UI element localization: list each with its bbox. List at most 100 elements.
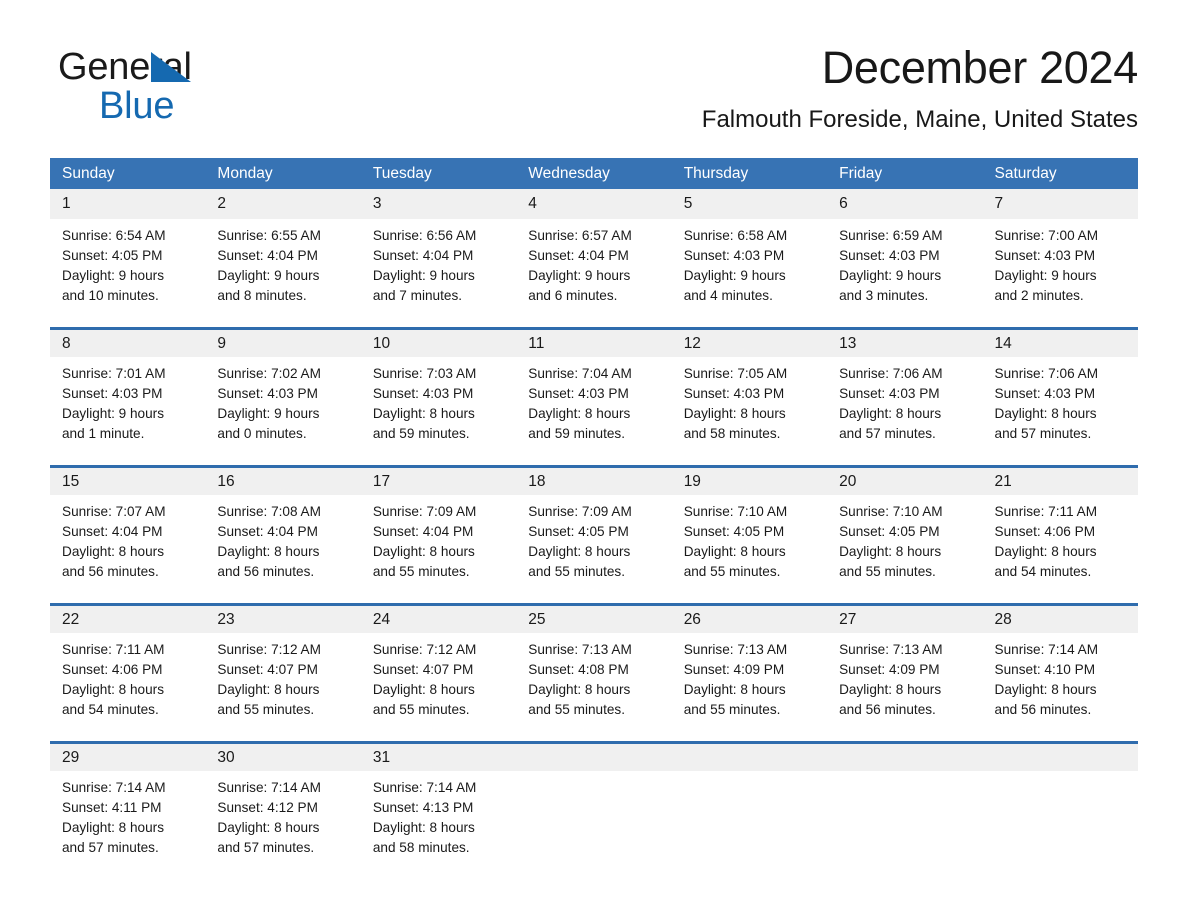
day-cell-18[interactable]: Sunrise: 7:09 AM Sunset: 4:05 PM Daylight:… (516, 495, 671, 603)
day-cell-23[interactable]: Sunrise: 7:12 AM Sunset: 4:07 PM Daylight:… (205, 633, 360, 741)
day-cell-22[interactable]: Sunrise: 7:11 AM Sunset: 4:06 PM Daylight:… (50, 633, 205, 741)
weekday-header-tuesday: Tuesday (372, 165, 432, 182)
day-detail-line: Sunrise: 7:13 AM (839, 642, 943, 657)
day-number-23[interactable]: 23 (205, 606, 360, 633)
day-cell-7[interactable]: Sunrise: 7:00 AM Sunset: 4:03 PM Daylight:… (983, 219, 1138, 327)
day-number-19[interactable]: 19 (672, 468, 827, 495)
day-number-17[interactable]: 17 (361, 468, 516, 495)
day-number-band: 15 16 17 18 19 20 21 (50, 465, 1138, 495)
day-number-29[interactable]: 29 (50, 744, 205, 771)
day-cell-4[interactable]: Sunrise: 6:57 AM Sunset: 4:04 PM Daylight:… (516, 219, 671, 327)
day-detail-line: Sunrise: 7:04 AM (528, 366, 632, 381)
day-detail-line: Daylight: 8 hours (372, 544, 475, 559)
day-detail-line: Sunrise: 7:13 AM (683, 642, 788, 657)
day-cell-10[interactable]: Sunrise: 7:03 AM Sunset: 4:03 PM Daylight:… (361, 357, 516, 465)
day-number-22[interactable]: 22 (50, 606, 205, 633)
day-cell-29[interactable]: Sunrise: 7:14 AM Sunset: 4:11 PM Daylight:… (50, 771, 205, 879)
day-detail-line: Sunset: 4:08 PM (528, 662, 629, 677)
day-cell-empty (672, 771, 827, 879)
logo-text-general: General (58, 46, 192, 88)
day-cell-30[interactable]: Sunrise: 7:14 AM Sunset: 4:12 PM Daylight:… (205, 771, 360, 879)
day-number-13[interactable]: 13 (827, 330, 982, 357)
day-detail-line: and 55 minutes. (683, 702, 781, 717)
day-number-9[interactable]: 9 (205, 330, 360, 357)
day-cell-19[interactable]: Sunrise: 7:10 AM Sunset: 4:05 PM Daylight:… (672, 495, 827, 603)
day-detail-line: and 1 minute. (62, 426, 145, 441)
day-number-14[interactable]: 14 (983, 330, 1138, 357)
day-detail-line: Daylight: 8 hours (217, 820, 320, 835)
day-number-7[interactable]: 7 (983, 189, 1138, 219)
day-cell-12[interactable]: Sunrise: 7:05 AM Sunset: 4:03 PM Daylight:… (672, 357, 827, 465)
day-cell-13[interactable]: Sunrise: 7:06 AM Sunset: 4:03 PM Daylight:… (827, 357, 982, 465)
day-cell-25[interactable]: Sunrise: 7:13 AM Sunset: 4:08 PM Daylight:… (516, 633, 671, 741)
day-number-30[interactable]: 30 (205, 744, 360, 771)
day-detail-line: Sunset: 4:03 PM (683, 248, 785, 263)
day-cell-14[interactable]: Sunrise: 7:06 AM Sunset: 4:03 PM Daylight:… (983, 357, 1138, 465)
day-number-31[interactable]: 31 (361, 744, 516, 771)
day-number-8[interactable]: 8 (50, 330, 205, 357)
day-detail-band: Sunrise: 7:14 AM Sunset: 4:11 PM Daylight:… (50, 771, 1138, 879)
day-detail-line: and 55 minutes. (528, 564, 625, 579)
day-cell-8[interactable]: Sunrise: 7:01 AM Sunset: 4:03 PM Daylight:… (50, 357, 205, 465)
day-number-2[interactable]: 2 (205, 189, 360, 219)
day-detail-line: Sunrise: 7:09 AM (372, 504, 477, 519)
day-number-16[interactable]: 16 (205, 468, 360, 495)
day-cell-2[interactable]: Sunrise: 6:55 AM Sunset: 4:04 PM Daylight:… (205, 219, 360, 327)
day-number-11[interactable]: 11 (516, 330, 671, 357)
day-cell-15[interactable]: Sunrise: 7:07 AM Sunset: 4:04 PM Daylight:… (50, 495, 205, 603)
day-number-21[interactable]: 21 (983, 468, 1138, 495)
day-cell-26[interactable]: Sunrise: 7:13 AM Sunset: 4:09 PM Daylight:… (672, 633, 827, 741)
day-detail-line: Daylight: 8 hours (372, 682, 475, 697)
day-detail-line: Daylight: 8 hours (839, 406, 942, 421)
day-number-25[interactable]: 25 (516, 606, 671, 633)
day-detail-line: Sunrise: 7:06 AM (994, 366, 1099, 381)
day-cell-21[interactable]: Sunrise: 7:11 AM Sunset: 4:06 PM Daylight:… (983, 495, 1138, 603)
day-detail-line: Sunrise: 7:08 AM (217, 504, 321, 519)
general-blue-logo: General Blue (58, 48, 358, 125)
day-number-empty (516, 744, 671, 771)
day-detail-line: Sunset: 4:11 PM (62, 800, 162, 815)
day-number-5[interactable]: 5 (672, 189, 827, 219)
day-number-15[interactable]: 15 (50, 468, 205, 495)
day-cell-9[interactable]: Sunrise: 7:02 AM Sunset: 4:03 PM Daylight:… (205, 357, 360, 465)
day-detail-line: and 6 minutes. (528, 288, 618, 303)
day-cell-17[interactable]: Sunrise: 7:09 AM Sunset: 4:04 PM Daylight:… (361, 495, 516, 603)
day-number-4[interactable]: 4 (516, 189, 671, 219)
day-detail-line: and 54 minutes. (994, 564, 1092, 579)
day-detail-line: Sunrise: 7:00 AM (994, 228, 1099, 243)
day-number-12[interactable]: 12 (672, 330, 827, 357)
day-detail-line: Daylight: 9 hours (62, 268, 165, 283)
day-detail-line: Sunset: 4:04 PM (217, 524, 318, 539)
day-cell-20[interactable]: Sunrise: 7:10 AM Sunset: 4:05 PM Daylight:… (827, 495, 982, 603)
day-cell-24[interactable]: Sunrise: 7:12 AM Sunset: 4:07 PM Daylight:… (361, 633, 516, 741)
day-cell-28[interactable]: Sunrise: 7:14 AM Sunset: 4:10 PM Daylight:… (983, 633, 1138, 741)
day-cell-1[interactable]: Sunrise: 6:54 AM Sunset: 4:05 PM Daylight:… (50, 219, 205, 327)
weekday-header-thursday: Thursday (683, 165, 749, 182)
day-cell-5[interactable]: Sunrise: 6:58 AM Sunset: 4:03 PM Daylight:… (672, 219, 827, 327)
day-number-1[interactable]: 1 (50, 189, 205, 219)
day-number-18[interactable]: 18 (516, 468, 671, 495)
day-cell-6[interactable]: Sunrise: 6:59 AM Sunset: 4:03 PM Daylight:… (827, 219, 982, 327)
day-number-6[interactable]: 6 (827, 189, 982, 219)
day-detail-line: Sunrise: 7:09 AM (528, 504, 632, 519)
day-number-20[interactable]: 20 (827, 468, 982, 495)
day-detail-line: Sunset: 4:04 PM (528, 248, 629, 263)
day-cell-3[interactable]: Sunrise: 6:56 AM Sunset: 4:04 PM Daylight:… (361, 219, 516, 327)
calendar-weeks: 1 2 3 4 5 6 7 Sunrise: 6:54 AM Sunset: 4:05 PM Da… (50, 189, 1138, 879)
day-cell-31[interactable]: Sunrise: 7:14 AM Sunset: 4:13 PM Daylight:… (361, 771, 516, 879)
day-number-10[interactable]: 10 (361, 330, 516, 357)
day-number-26[interactable]: 26 (672, 606, 827, 633)
day-detail-line: Sunrise: 7:06 AM (839, 366, 943, 381)
calendar-page: General Blue December 2024 Falmouth Fore… (0, 0, 1188, 918)
day-number-28[interactable]: 28 (983, 606, 1138, 633)
day-cell-16[interactable]: Sunrise: 7:08 AM Sunset: 4:04 PM Daylight:… (205, 495, 360, 603)
day-number-27[interactable]: 27 (827, 606, 982, 633)
day-cell-11[interactable]: Sunrise: 7:04 AM Sunset: 4:03 PM Daylight:… (516, 357, 671, 465)
day-number-3[interactable]: 3 (361, 189, 516, 219)
day-detail-line: Sunset: 4:03 PM (839, 386, 940, 401)
day-detail-line: and 59 minutes. (528, 426, 625, 441)
day-cell-27[interactable]: Sunrise: 7:13 AM Sunset: 4:09 PM Daylight:… (827, 633, 982, 741)
day-detail-line: Sunset: 4:03 PM (683, 386, 785, 401)
day-detail-line: Daylight: 8 hours (528, 544, 631, 559)
day-number-24[interactable]: 24 (361, 606, 516, 633)
